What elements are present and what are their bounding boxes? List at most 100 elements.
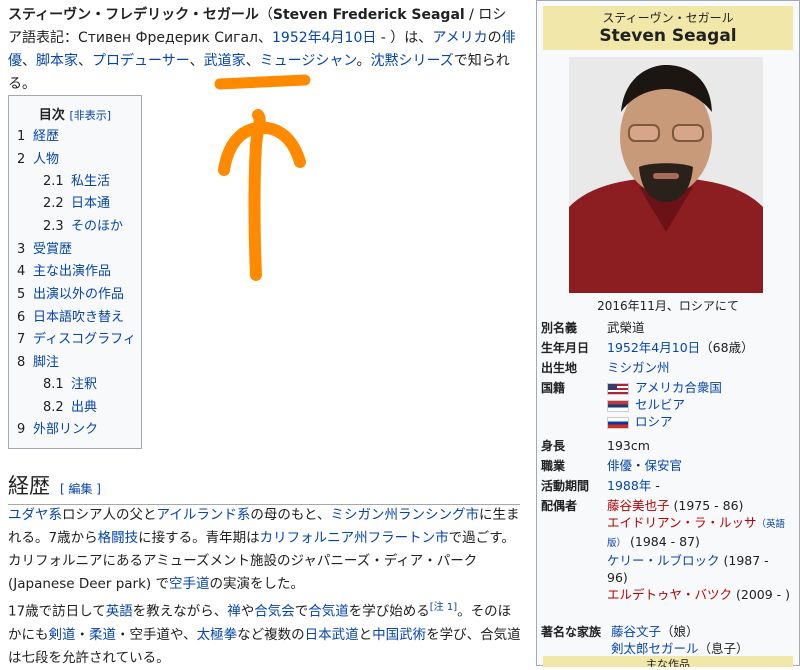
martial-arts-link[interactable]: 格闘技 (98, 530, 139, 546)
producer-link[interactable]: プロデューサー (92, 53, 190, 69)
toc-item-number: 1 (17, 129, 26, 144)
footnote-link[interactable]: [注 1] (430, 602, 457, 613)
toc-item[interactable]: 6 日本語吹き替え (17, 306, 124, 325)
aikido-link[interactable]: 合気道 (308, 604, 349, 620)
toc-item[interactable]: 8.2 出典 (43, 396, 97, 415)
toc-item[interactable]: 3 受賞歴 (17, 238, 72, 257)
michigan-link[interactable]: ミシガン州 (607, 360, 670, 375)
toc-item-number: 2.1 (43, 174, 64, 189)
toc-item-link[interactable]: 注釈 (71, 377, 97, 392)
toc-item-number: 7 (17, 332, 26, 347)
zen-link[interactable]: 禅 (227, 604, 241, 620)
portrait-photo[interactable] (569, 57, 763, 293)
toc-item-link[interactable]: 私生活 (71, 174, 110, 189)
toc-item-link[interactable]: 出典 (71, 400, 97, 415)
musician-link[interactable]: ミュージシャン (260, 53, 357, 69)
family-2-link[interactable]: 剣太郎セガール (611, 641, 699, 656)
english-link[interactable]: 英語 (106, 604, 133, 620)
family-1-link[interactable]: 藤谷文子 (611, 624, 661, 639)
infobox-name-en: Steven Seagal (599, 26, 737, 46)
us-flag-icon (607, 382, 629, 395)
japanese-budo-link[interactable]: 日本武道 (305, 627, 359, 643)
toc-item[interactable]: 9 外部リンク (17, 418, 98, 437)
spouse-4-link[interactable]: エルデトゥヤ・バツク (607, 587, 732, 602)
toc-item-number: 2.3 (43, 219, 64, 234)
toc-item-link[interactable]: 日本語吹き替え (33, 310, 124, 325)
toc-item-number: 2 (17, 152, 26, 167)
annotation-arrow-icon (214, 74, 311, 281)
toc-item-link[interactable]: 日本通 (71, 196, 110, 211)
career-paragraph-1: ユダヤ系ロシア人の父とアイルランド系の母のもと、ミシガン州ランシング市に生まれる… (8, 507, 520, 592)
spouse-3-link[interactable]: ケリー・ルブロック (607, 553, 720, 568)
infobox: スティーヴン・セガール Steven Seagal 2016年11月、ロシアにて… (536, 0, 800, 667)
aikikai-link[interactable]: 合気会 (254, 604, 295, 620)
jewish-link[interactable]: ユダヤ系 (8, 507, 62, 523)
spouse-2-link[interactable]: エイドリアン・ラ・ルッサ (607, 515, 757, 530)
subject-name-en: Steven Frederick Seagal (272, 7, 465, 23)
toc-item[interactable]: 7 ディスコグラフィ (17, 328, 136, 347)
toc-item-link[interactable]: 受賞歴 (33, 242, 72, 257)
toc-item[interactable]: 2.1 私生活 (43, 170, 110, 189)
toc-item[interactable]: 2 人物 (17, 148, 59, 167)
kendo-link[interactable]: 剣道 (49, 627, 76, 643)
toc-item-number: 3 (17, 242, 26, 257)
toc-item[interactable]: 8 脚注 (17, 351, 59, 370)
lansing-link[interactable]: ミシガン州ランシング市 (331, 507, 480, 523)
toc-item[interactable]: 2.3 そのほか (43, 215, 123, 234)
birthdate-link[interactable]: 1952年4月10日 (272, 30, 376, 46)
toc-item-number: 8 (17, 355, 26, 370)
toc-title: 目次 [非表示] (38, 108, 112, 123)
toc-item-link[interactable]: 人物 (33, 152, 59, 167)
toc-item[interactable]: 8.1 注釈 (43, 373, 97, 392)
serbia-flag-icon (607, 399, 629, 412)
chinese-martial-arts-link[interactable]: 中国武術 (372, 627, 426, 643)
toc-item-link[interactable]: 出演以外の作品 (33, 287, 124, 302)
toc-item-link[interactable]: 経歴 (33, 129, 59, 144)
toc-item-link[interactable]: そのほか (71, 219, 123, 234)
screenwriter-link[interactable]: 脚本家 (36, 53, 78, 69)
sheriff-link[interactable]: 保安官 (645, 458, 683, 473)
spouse-1-link[interactable]: 藤谷美也子 (607, 498, 670, 513)
toc-item-number: 5 (17, 287, 26, 302)
toc-item-number: 8.2 (43, 400, 64, 415)
toc-item-number: 6 (17, 310, 26, 325)
russian-name: Стивен Фредерик Сигал (78, 30, 258, 46)
toc-hide-toggle[interactable]: [非表示] (69, 109, 111, 122)
toc-item-link[interactable]: 外部リンク (33, 422, 98, 437)
subject-name-ja: スティーヴン・フレデリック・セガール (8, 7, 259, 23)
infobox-birthdate-link[interactable]: 1952年4月10日 (607, 340, 700, 355)
infobox-header: スティーヴン・セガール Steven Seagal (543, 6, 793, 50)
martial-artist-link[interactable]: 武道家 (204, 53, 246, 69)
chinmoku-series-link[interactable]: 沈黙シリーズ (370, 53, 453, 69)
occupation-actor-link[interactable]: 俳優 (607, 458, 632, 473)
fullerton-link[interactable]: カリフォルニア州フラートン市 (260, 530, 449, 546)
year-1988-link[interactable]: 1988年 (607, 478, 651, 493)
infobox-name-ja: スティーヴン・セガール (602, 11, 734, 25)
toc-item-link[interactable]: 脚注 (33, 355, 59, 370)
edit-section-link[interactable]: [ 編集 ] (60, 482, 101, 496)
toc-item[interactable]: 2.2 日本通 (43, 192, 110, 211)
toc-item[interactable]: 4 主な出演作品 (17, 260, 111, 279)
taichi-link[interactable]: 太極拳 (197, 627, 238, 643)
toc-item-link[interactable]: ディスコグラフィ (33, 332, 136, 347)
irish-link[interactable]: アイルランド系 (157, 507, 251, 523)
russia-flag-icon (607, 416, 629, 429)
table-of-contents: 目次 [非表示] 1 経歴 2 人物 2.1 私生活 2.2 日本通 2.3 そのほか 3 受賞歴 4 主… (8, 95, 142, 449)
karate-link[interactable]: 空手道 (169, 576, 210, 592)
judo-link[interactable]: 柔道 (89, 627, 116, 643)
toc-item[interactable]: 5 出演以外の作品 (17, 283, 124, 302)
toc-item-number: 2.2 (43, 196, 64, 211)
career-paragraph-2: 17歳で訪日して英語を教えながら、禅や合気会で合気道を学び始める[注 1]。その… (8, 602, 521, 666)
portrait-image-icon (569, 57, 763, 293)
photo-caption: 2016年11月、ロシアにて (597, 299, 739, 313)
serbia-link[interactable]: セルビア (635, 397, 685, 412)
america-link[interactable]: アメリカ (432, 30, 487, 46)
toc-item-number: 9 (17, 422, 26, 437)
toc-item-number: 4 (17, 264, 26, 279)
russia-link[interactable]: ロシア (635, 414, 673, 429)
section-heading-keireki: 経歴[ 編集 ] (8, 470, 520, 505)
usa-link[interactable]: アメリカ合衆国 (635, 380, 722, 395)
toc-item-link[interactable]: 主な出演作品 (33, 264, 111, 279)
toc-item[interactable]: 1 経歴 (17, 125, 59, 144)
infobox-works-header: 主な作品 (543, 656, 793, 667)
